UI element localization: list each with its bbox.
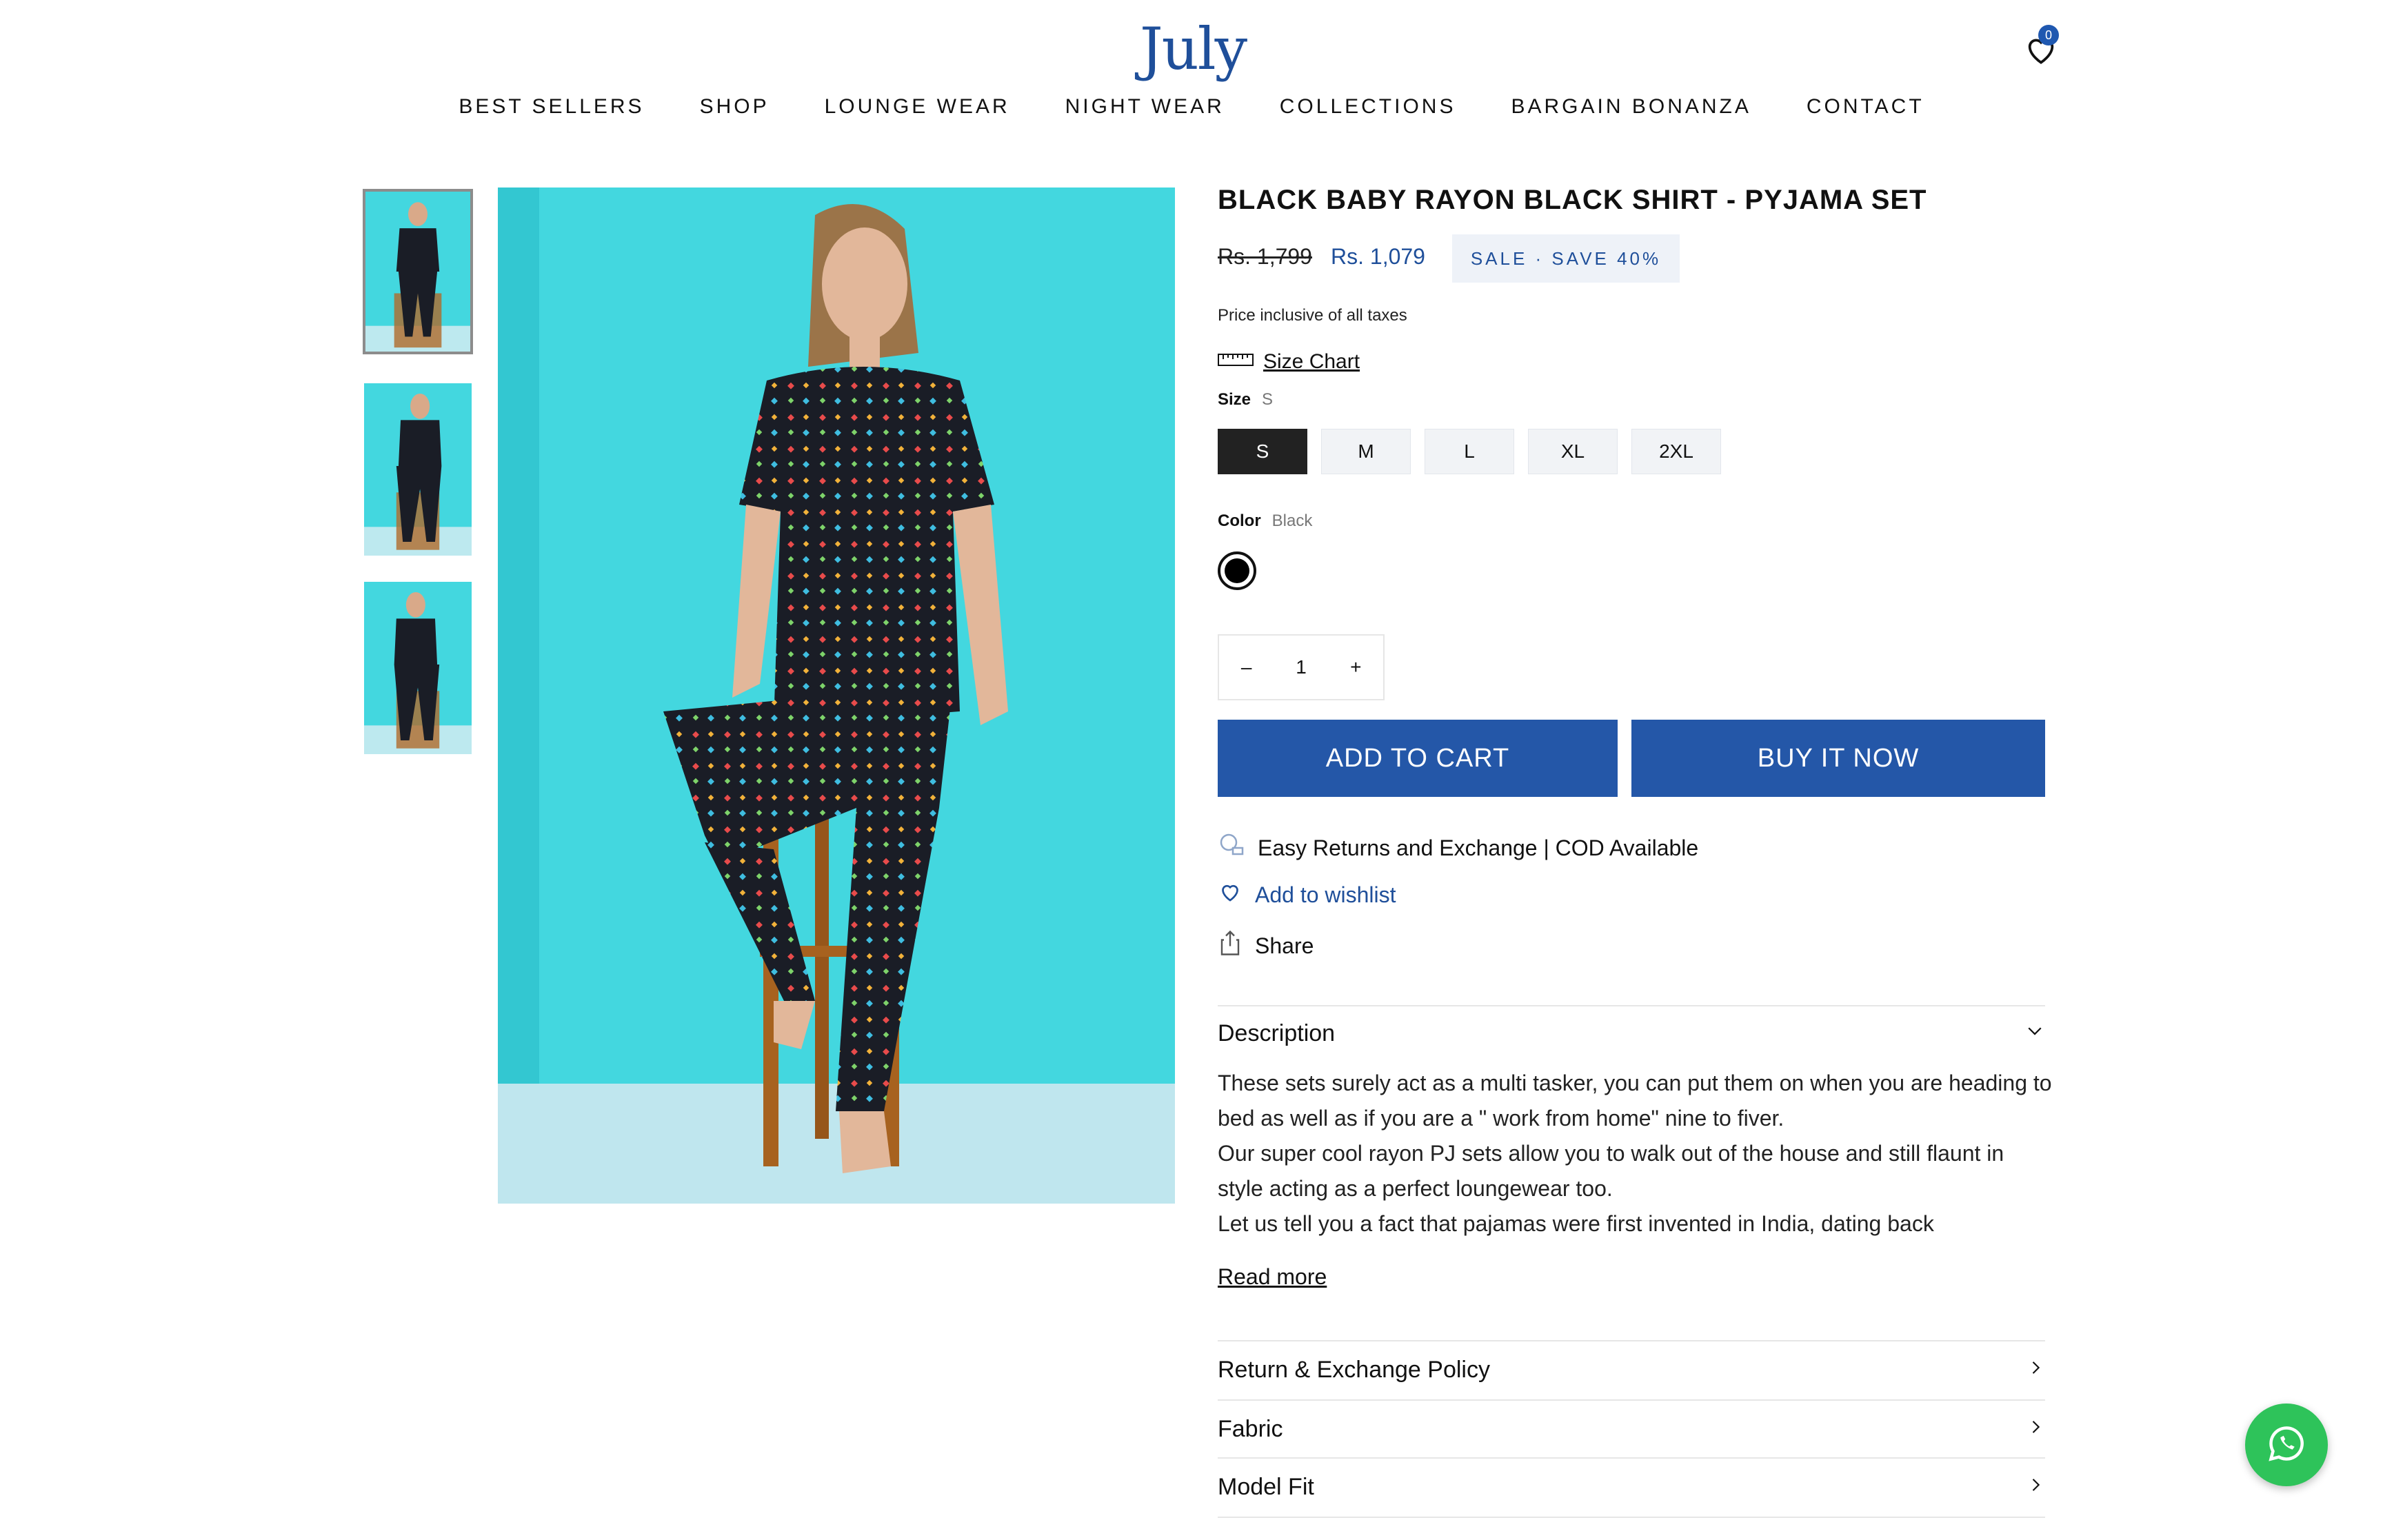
compare-at-price: Rs. 1,799 <box>1218 244 1312 269</box>
share-label: Share <box>1255 933 1314 958</box>
nav-shop[interactable]: SHOP <box>672 95 797 119</box>
quantity-stepper: – 1 + <box>1218 634 1385 700</box>
share-icon <box>1218 929 1243 962</box>
chevron-right-icon <box>2026 1357 2045 1384</box>
size-button-s[interactable]: S <box>1218 429 1307 474</box>
size-option-label: Size S <box>1218 390 1273 409</box>
divider <box>1218 1005 2045 1006</box>
add-to-wishlist-link[interactable]: Add to wishlist <box>1218 880 1396 910</box>
wishlist-count-badge: 0 <box>2038 25 2059 45</box>
size-chart-label: Size Chart <box>1263 350 1360 373</box>
nav-lounge-wear[interactable]: LOUNGE WEAR <box>797 95 1038 119</box>
chevron-right-icon <box>2026 1474 2045 1501</box>
quantity-decrease-button[interactable]: – <box>1219 656 1274 678</box>
selected-size: S <box>1262 390 1274 409</box>
accordion-fabric[interactable]: Fabric <box>1218 1401 2045 1457</box>
sale-badge: SALE · SAVE 40% <box>1452 234 1680 283</box>
accordion-return-exchange[interactable]: Return & Exchange Policy <box>1218 1341 2045 1398</box>
chevron-right-icon <box>2026 1416 2045 1443</box>
wishlist-label: Add to wishlist <box>1255 882 1396 907</box>
accordion-model-fit[interactable]: Model Fit <box>1218 1459 2045 1515</box>
size-button-2xl[interactable]: 2XL <box>1631 429 1721 474</box>
color-label: Color <box>1218 511 1261 530</box>
product-thumbnail-2[interactable] <box>364 383 472 556</box>
description-toggle[interactable]: Description <box>1218 1020 2045 1047</box>
size-button-xl[interactable]: XL <box>1528 429 1618 474</box>
accordion-label: Model Fit <box>1218 1473 1314 1500</box>
sale-price: Rs. 1,079 <box>1331 244 1425 269</box>
quantity-increase-button[interactable]: + <box>1329 656 1383 678</box>
product-main-image[interactable] <box>498 188 1175 1204</box>
tax-note: Price inclusive of all taxes <box>1218 306 1407 325</box>
nav-collections[interactable]: COLLECTIONS <box>1252 95 1484 119</box>
nav-night-wear[interactable]: NIGHT WEAR <box>1038 95 1252 119</box>
selected-color: Black <box>1271 511 1313 530</box>
returns-text: Easy Returns and Exchange | COD Availabl… <box>1258 835 1699 860</box>
swatch-fill <box>1225 558 1249 583</box>
chevron-down-icon <box>2024 1020 2045 1047</box>
returns-icon <box>1218 831 1245 864</box>
accordion-label: Return & Exchange Policy <box>1218 1356 1490 1383</box>
share-button[interactable]: Share <box>1218 929 1314 962</box>
description-body: These sets surely act as a multi tasker,… <box>1218 1066 2052 1242</box>
product-thumbnail-1[interactable] <box>363 189 473 354</box>
main-navigation: BEST SELLERS SHOP LOUNGE WEAR NIGHT WEAR… <box>0 95 2383 119</box>
size-label: Size <box>1218 390 1251 409</box>
ruler-icon <box>1218 350 1254 374</box>
heart-icon <box>1218 880 1243 910</box>
add-to-cart-button[interactable]: ADD TO CART <box>1218 720 1618 797</box>
whatsapp-chat-button[interactable] <box>2245 1404 2328 1486</box>
accordion-label: Fabric <box>1218 1415 1283 1442</box>
brand-logo[interactable]: July <box>1117 15 1269 91</box>
description-paragraph-2: Our super cool rayon PJ sets allow you t… <box>1218 1141 2004 1201</box>
product-thumbnail-3[interactable] <box>364 582 472 754</box>
description-paragraph-1: These sets surely act as a multi tasker,… <box>1218 1071 2052 1131</box>
read-more-link[interactable]: Read more <box>1218 1264 1327 1290</box>
color-option-label: Color Black <box>1218 511 1312 531</box>
size-button-l[interactable]: L <box>1425 429 1514 474</box>
size-chart-link[interactable]: Size Chart <box>1218 350 1360 374</box>
nav-contact[interactable]: CONTACT <box>1779 95 1952 119</box>
description-paragraph-3: Let us tell you a fact that pajamas were… <box>1218 1211 1934 1236</box>
returns-note-row: Easy Returns and Exchange | COD Availabl… <box>1218 831 1698 864</box>
divider <box>1218 1517 2045 1518</box>
nav-bargain-bonanza[interactable]: BARGAIN BONANZA <box>1483 95 1778 119</box>
color-swatch-black[interactable] <box>1218 551 1256 590</box>
size-button-m[interactable]: M <box>1321 429 1411 474</box>
product-title: BLACK BABY RAYON BLACK SHIRT - PYJAMA SE… <box>1218 185 1927 215</box>
buy-it-now-button[interactable]: BUY IT NOW <box>1631 720 2045 797</box>
nav-best-sellers[interactable]: BEST SELLERS <box>431 95 672 119</box>
quantity-value[interactable]: 1 <box>1274 656 1328 678</box>
description-heading: Description <box>1218 1020 1336 1046</box>
whatsapp-icon <box>2266 1423 2307 1468</box>
